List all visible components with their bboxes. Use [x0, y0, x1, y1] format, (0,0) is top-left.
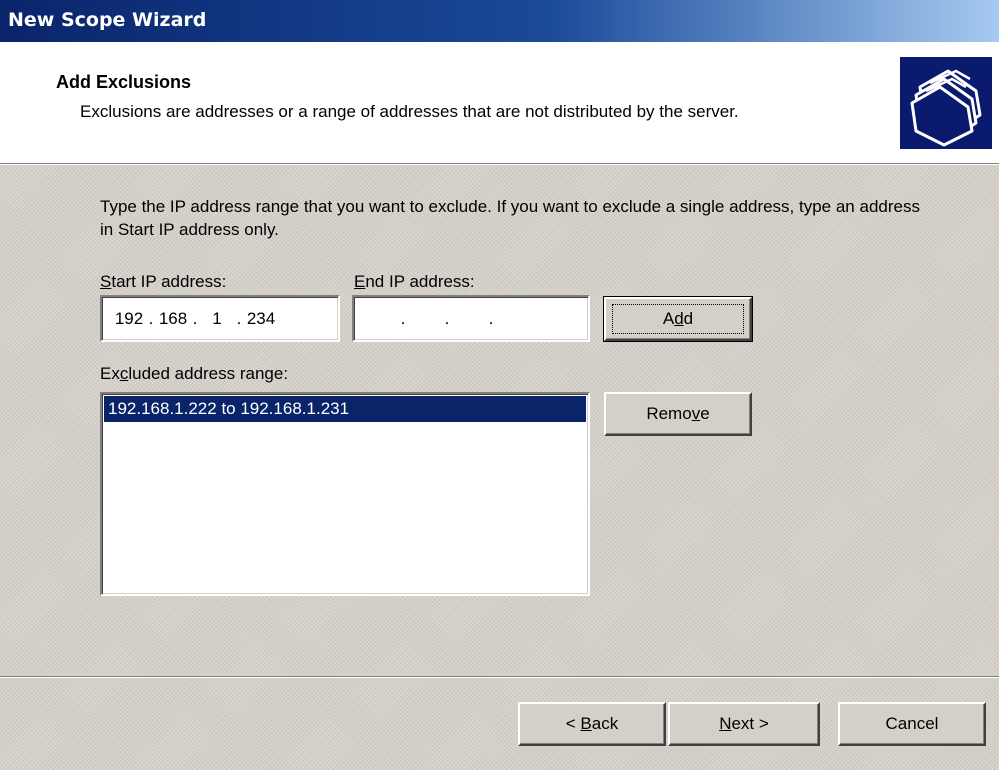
footer-separator-highlight	[0, 677, 999, 678]
folders-icon	[900, 57, 992, 149]
remove-button[interactable]: Remove	[604, 392, 752, 436]
add-button[interactable]: Add	[603, 296, 753, 342]
title-bar: New Scope Wizard	[0, 0, 999, 42]
list-item[interactable]: 192.168.1.222 to 192.168.1.231	[104, 396, 586, 422]
page-description: Exclusions are addresses or a range of a…	[80, 102, 739, 121]
start-ip-label: Start IP address:	[100, 272, 227, 291]
end-ip-label: End IP address:	[354, 272, 475, 291]
start-ip-octet-4[interactable]: 234	[244, 309, 278, 329]
page-title: Add Exclusions	[56, 72, 192, 92]
back-button[interactable]: < Back	[518, 702, 666, 746]
excluded-range-list[interactable]: 192.168.1.222 to 192.168.1.231	[100, 392, 590, 596]
window-title: New Scope Wizard	[8, 9, 207, 31]
start-ip-octet-3[interactable]: 1	[200, 309, 234, 329]
back-button-label: < Back	[565, 714, 619, 733]
end-ip-input[interactable]: ...	[352, 295, 590, 342]
start-ip-input[interactable]: 192. 168. 1. 234	[100, 295, 340, 342]
cancel-button[interactable]: Cancel	[838, 702, 986, 746]
start-ip-octet-2[interactable]: 168	[156, 309, 190, 329]
remove-button-label: Remove	[646, 404, 710, 423]
start-ip-octet-1[interactable]: 192	[112, 309, 146, 329]
wizard-header: Add Exclusions Exclusions are addresses …	[0, 42, 999, 163]
instructions-text: Type the IP address range that you want …	[100, 197, 920, 239]
next-button-label: Next >	[719, 714, 769, 733]
focus-indicator	[612, 304, 744, 334]
next-button[interactable]: Next >	[668, 702, 820, 746]
excluded-range-label: Excluded address range:	[100, 364, 289, 383]
cancel-button-label: Cancel	[885, 714, 939, 733]
